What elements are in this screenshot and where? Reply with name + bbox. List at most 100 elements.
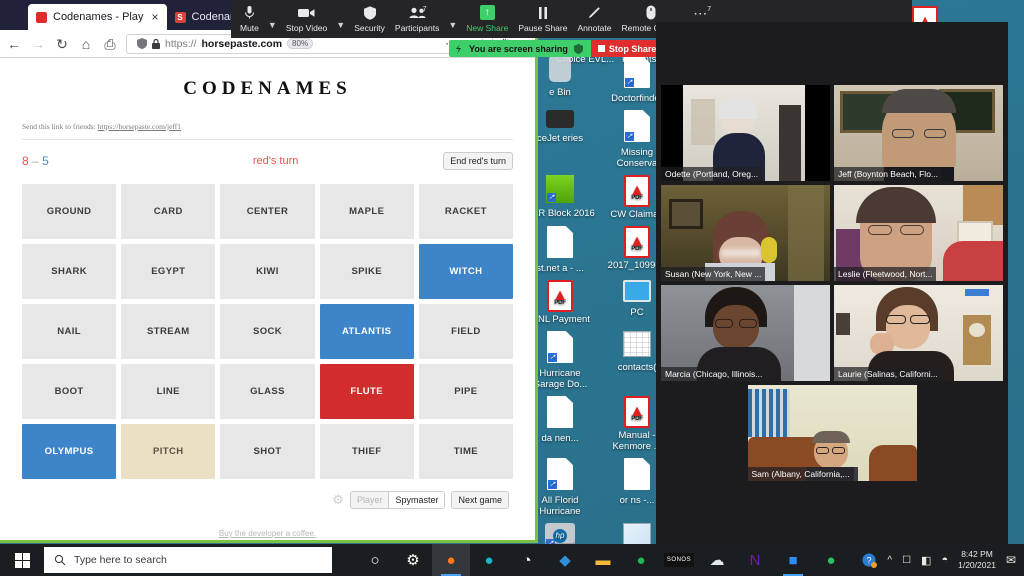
spymaster-role-button[interactable]: Spymaster [388, 492, 445, 508]
battery-icon[interactable]: ◧ [921, 554, 931, 567]
codenames-card[interactable]: TIME [418, 424, 513, 479]
codenames-card[interactable]: PIPE [418, 364, 513, 419]
card-word: THIEF [351, 446, 382, 457]
video-tile-susan[interactable]: Susan (New York, New ... [661, 185, 830, 281]
score-red: 8 [22, 154, 29, 168]
taskbar-file-explorer-icon[interactable]: ▬ [584, 544, 622, 576]
card-word: WITCH [449, 266, 483, 277]
back-icon[interactable]: ← [6, 37, 22, 51]
video-tile-jeff[interactable]: Jeff (Boynton Beach, Flo... [834, 85, 1003, 181]
codenames-card[interactable]: KIWI [220, 244, 315, 299]
buy-coffee-link[interactable]: Buy the developer a coffee. [22, 529, 513, 538]
zoom-toolbar-annotate-button[interactable]: Annotate [572, 5, 616, 33]
codenames-card[interactable]: FIELD [418, 304, 513, 359]
video-tile-laurie[interactable]: Laurie (Salinas, Californi... [834, 285, 1003, 381]
search-placeholder: Type here to search [74, 554, 167, 566]
taskbar-pcloud-icon[interactable]: ● [470, 544, 508, 576]
zoom-video-panel[interactable]: Odette (Portland, Oreg... Jeff (Boynton … [656, 22, 1008, 544]
score-separator: – [32, 154, 39, 168]
game-share-link[interactable]: https://horsepaste.com/jeff1 [98, 122, 181, 131]
card-word: SOCK [252, 326, 283, 337]
shield-icon [363, 5, 376, 20]
codenames-card[interactable]: CENTER [220, 184, 315, 239]
codenames-card[interactable]: MAPLE [319, 184, 414, 239]
codenames-card[interactable]: NAIL [22, 304, 117, 359]
codenames-card[interactable]: SOCK [220, 304, 315, 359]
video-row: Susan (New York, New ... Leslie (Fleetwo… [661, 185, 1003, 281]
zoom-level-badge[interactable]: 80% [287, 38, 314, 49]
codenames-card[interactable]: LINE [121, 364, 216, 419]
video-tile-marcia[interactable]: Marcia (Chicago, Illinois... [661, 285, 830, 381]
codenames-card[interactable]: STREAM [121, 304, 216, 359]
chevron-down-icon[interactable]: ▼ [264, 9, 281, 30]
codenames-card[interactable]: THIEF [319, 424, 414, 479]
taskbar-cortana-icon[interactable]: ○ [356, 544, 394, 576]
people-icon: 7 [409, 5, 427, 20]
next-game-button[interactable]: Next game [451, 491, 509, 509]
ellipsis-icon: ⋯ 7 [693, 4, 712, 21]
codenames-card[interactable]: FLUTE [319, 364, 414, 419]
search-input[interactable]: Type here to search [44, 547, 332, 573]
codenames-card[interactable]: CARD [121, 184, 216, 239]
codenames-card[interactable]: OLYMPUS [22, 424, 117, 479]
show-hidden-icons-chevron[interactable]: ^ [887, 555, 892, 566]
video-tile-odette[interactable]: Odette (Portland, Oreg... [661, 85, 830, 181]
wifi-icon[interactable]: ◓ [941, 554, 948, 566]
codenames-card[interactable]: ATLANTIS [319, 304, 414, 359]
zoom-toolbar-mute-button[interactable]: Mute [235, 5, 264, 33]
codenames-card[interactable]: PITCH [121, 424, 216, 479]
help-support-icon[interactable]: ? [862, 553, 878, 568]
print-icon[interactable]: ⎙ [102, 37, 118, 51]
taskbar-onenote-icon[interactable]: N [736, 544, 774, 576]
score-blue: 5 [42, 154, 49, 168]
taskbar-spotify-icon[interactable]: ● [622, 544, 660, 576]
forward-icon[interactable]: → [30, 37, 46, 51]
gear-icon[interactable]: ⚙ [332, 492, 344, 508]
codenames-card[interactable]: RACKET [418, 184, 513, 239]
zoom-toolbar-new-share-button[interactable]: ↑ New Share [461, 5, 513, 33]
taskbar-sonos-icon[interactable]: SONOS [660, 544, 698, 576]
stop-share-button[interactable]: Stop Share [590, 40, 664, 57]
tab-codenames-play[interactable]: Codenames - Play × [28, 4, 167, 30]
video-tile-leslie[interactable]: Leslie (Fleetwood, Nort... [834, 185, 1003, 281]
card-word: CENTER [246, 206, 289, 217]
card-word: FLUTE [350, 386, 383, 397]
codenames-card[interactable]: SHOT [220, 424, 315, 479]
firefox-window[interactable]: Codenames - Play × S Codenames - No ← → … [0, 0, 538, 543]
meeting-camera-icon[interactable]: ☐ [902, 555, 911, 566]
chevron-down-icon[interactable]: ▼ [444, 9, 461, 30]
close-icon[interactable]: × [152, 10, 159, 24]
role-toggle[interactable]: Player Spymaster [349, 491, 446, 509]
taskbar-firefox-icon[interactable]: ● [432, 544, 470, 576]
codenames-card[interactable]: SPIKE [319, 244, 414, 299]
sharing-status: You are screen sharing [449, 40, 591, 57]
taskbar-settings-gear-icon[interactable]: ⚙ [394, 544, 432, 576]
taskbar-acronis-icon[interactable]: ◔ [508, 544, 546, 576]
codenames-card[interactable]: GLASS [220, 364, 315, 419]
taskbar-evernote-icon[interactable]: ● [812, 544, 850, 576]
taskbar-onedrive-icon[interactable]: ☁ [698, 544, 736, 576]
reload-icon[interactable]: ↻ [54, 37, 70, 51]
end-turn-button[interactable]: End red's turn [443, 152, 513, 170]
zoom-toolbar-label: Security [354, 23, 385, 33]
taskbar-zoom-icon[interactable]: ■ [774, 544, 812, 576]
taskbar-clock[interactable]: 8:42 PM 1/20/2021 [958, 549, 996, 571]
action-center-icon[interactable]: ✉ [1006, 553, 1016, 567]
home-icon[interactable]: ⌂ [78, 37, 94, 51]
participant-name: Odette (Portland, Oreg... [661, 167, 763, 181]
codenames-card[interactable]: SHARK [22, 244, 117, 299]
chevron-down-icon[interactable]: ▼ [332, 9, 349, 30]
codenames-card[interactable]: BOOT [22, 364, 117, 419]
codenames-card[interactable]: WITCH [418, 244, 513, 299]
codenames-card[interactable]: EGYPT [121, 244, 216, 299]
video-tile-sam[interactable]: Sam (Albany, California,... [747, 385, 917, 481]
codenames-card[interactable]: GROUND [22, 184, 117, 239]
zoom-toolbar-stop-video-button[interactable]: Stop Video [281, 5, 332, 33]
player-role-button[interactable]: Player [350, 492, 389, 508]
participant-name: Marcia (Chicago, Illinois... [661, 367, 767, 381]
start-button[interactable] [0, 544, 44, 576]
zoom-toolbar-security-button[interactable]: Security [349, 5, 390, 33]
taskbar-dropbox-icon[interactable]: ◆ [546, 544, 584, 576]
zoom-toolbar-pause-share-button[interactable]: Pause Share [513, 5, 572, 33]
zoom-toolbar-participants-button[interactable]: 7 Participants [390, 5, 444, 34]
